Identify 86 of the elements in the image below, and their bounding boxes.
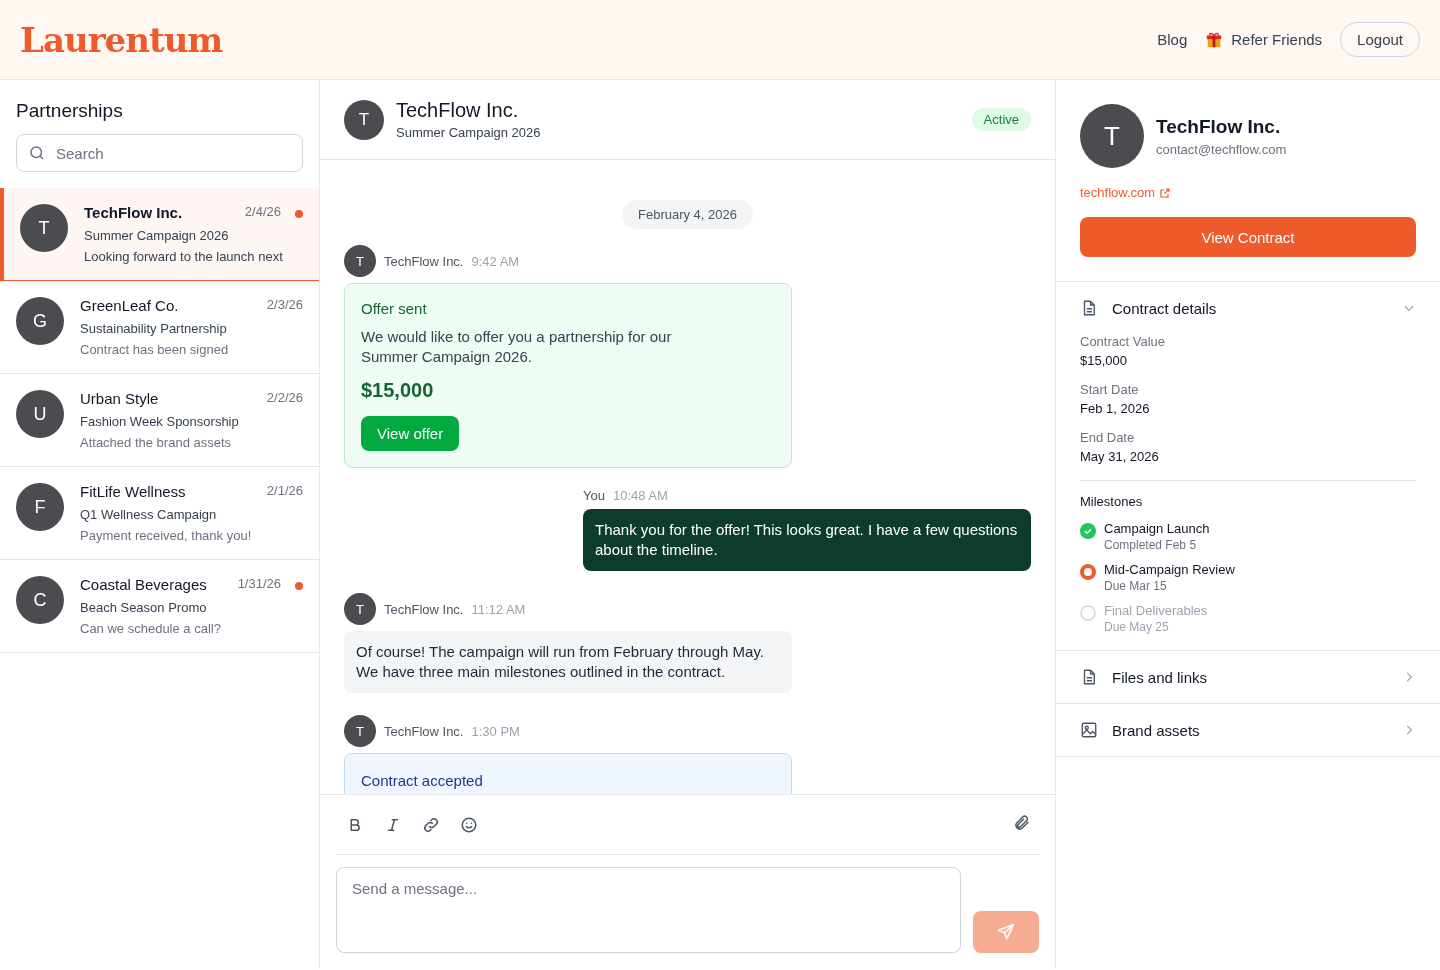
gift-icon xyxy=(1205,30,1224,49)
campaign-name: Q1 Wellness Campaign xyxy=(80,507,218,522)
message-date: 2/1/26 xyxy=(266,483,303,498)
conversation-item[interactable]: G GreenLeaf Co. 2/3/26 Sustainability Partnership Contract has been signed xyxy=(0,281,319,374)
nav-link[interactable]: Blog xyxy=(1157,31,1188,48)
sidebar-title: Partnerships xyxy=(15,99,124,123)
search-icon xyxy=(28,144,46,162)
avatar: F xyxy=(16,483,64,531)
message-time: 10:48 AM xyxy=(612,488,668,503)
image-icon xyxy=(1080,721,1098,739)
avatar: T xyxy=(344,715,376,747)
status-badge: Active xyxy=(971,108,1031,131)
section-header[interactable]: Brand assets xyxy=(1080,704,1416,756)
message-preview: Payment received, thank you! xyxy=(80,528,253,543)
avatar: T xyxy=(20,204,68,252)
contract-title: Contract accepted xyxy=(361,772,484,789)
message-preview: Contract has been signed xyxy=(80,342,230,357)
avatar: C xyxy=(16,576,64,624)
message-date: 1/31/26 xyxy=(237,576,281,591)
partner-name: GreenLeaf Co. xyxy=(80,297,180,314)
chat-title: TechFlow Inc. xyxy=(396,99,520,122)
partner-email: contact@techflow.com xyxy=(1156,141,1287,157)
logo: Laurentum xyxy=(20,19,223,60)
milestone-name: Campaign Launch xyxy=(1104,521,1210,536)
avatar: T xyxy=(344,593,376,625)
message-input[interactable]: Send a message... xyxy=(336,867,961,953)
field-label: Contract Value xyxy=(1080,334,1167,349)
partner-name: Urban Style xyxy=(80,390,160,407)
offer-title: Offer sent xyxy=(361,300,428,317)
message-date: 2/4/26 xyxy=(244,204,281,219)
field-label: End Date xyxy=(1080,430,1136,445)
offer-text: We would like to offer you a partnership for our Summer Campaign 2026. xyxy=(361,327,673,367)
avatar: T xyxy=(1080,104,1144,168)
message-preview: Attached the brand assets xyxy=(80,435,233,450)
message-time: 1:30 PM xyxy=(471,723,520,739)
milestone-name: Final Deliverables xyxy=(1104,603,1208,618)
partner-name: TechFlow Inc. xyxy=(1156,115,1282,138)
message-preview: Can we schedule a call? xyxy=(80,621,222,636)
campaign-name: Sustainability Partnership xyxy=(80,321,228,336)
field-label: Start Date xyxy=(1080,382,1140,397)
sender-name: You xyxy=(583,488,605,503)
external-link-icon xyxy=(1159,186,1172,199)
section-header[interactable]: Files and links xyxy=(1080,651,1416,703)
milestone-note: Due Mar 15 xyxy=(1104,579,1168,593)
nav-link[interactable]: Refer Friends xyxy=(1231,31,1323,48)
message-bubble: Thank you for the offer! This looks great. I have a few questions about the timeline. xyxy=(583,509,1031,571)
chat-subtitle: Summer Campaign 2026 xyxy=(396,125,541,140)
link-icon[interactable] xyxy=(422,815,440,834)
partner-name: FitLife Wellness xyxy=(80,483,187,500)
message-time: 9:42 AM xyxy=(471,253,520,269)
avatar: G xyxy=(16,297,64,345)
message-time: 11:12 AM xyxy=(471,601,526,617)
emoji-icon[interactable] xyxy=(460,815,478,834)
search-field[interactable]: Search xyxy=(16,134,303,172)
message-date: 2/3/26 xyxy=(266,297,303,312)
campaign-name: Beach Season Promo xyxy=(80,600,208,615)
conversation-item[interactable]: F FitLife Wellness 2/1/26 Q1 Wellness Campaign Payment received, thank you! xyxy=(0,467,319,560)
partner-name: Coastal Beverages xyxy=(80,576,208,593)
milestone-name: Mid-Campaign Review xyxy=(1104,562,1235,577)
field-value: May 31, 2026 xyxy=(1080,449,1160,464)
partner-name: TechFlow Inc. xyxy=(84,204,184,221)
message-bubble: Of course! The campaign will run from February through May. We have three main milestones outlined in the contract. xyxy=(344,631,792,693)
sender-name: TechFlow Inc. xyxy=(384,723,464,739)
avatar: T xyxy=(344,99,384,140)
avatar: U xyxy=(16,390,64,438)
avatar: T xyxy=(344,245,376,277)
website-link[interactable]: techflow.com xyxy=(1080,185,1172,200)
send-icon xyxy=(996,922,1016,942)
field-value: $15,000 xyxy=(1080,353,1128,368)
sender-name: TechFlow Inc. xyxy=(384,253,464,269)
offer-amount: $15,000 xyxy=(361,379,435,402)
conversation-item[interactable]: C Coastal Beverages 1/31/26 Beach Season Promo Can we schedule a call? xyxy=(0,560,319,653)
conversation-item[interactable]: T TechFlow Inc. 2/4/26 Summer Campaign 2026 Looking forward to the launch next xyxy=(0,188,319,281)
paperclip-icon[interactable] xyxy=(1013,813,1031,832)
field-value: Feb 1, 2026 xyxy=(1080,401,1151,416)
contract-details-header[interactable]: Contract details xyxy=(1080,282,1416,334)
conversation-item[interactable]: U Urban Style 2/2/26 Fashion Week Sponsorship Attached the brand assets xyxy=(0,374,319,467)
milestone-note: Completed Feb 5 xyxy=(1104,538,1198,552)
campaign-name: Fashion Week Sponsorship xyxy=(80,414,240,429)
milestones-title: Milestones xyxy=(1080,494,1144,509)
message-date: 2/2/26 xyxy=(266,390,303,405)
message-preview: Looking forward to the launch next xyxy=(84,249,284,264)
sender-name: TechFlow Inc. xyxy=(384,601,464,617)
date-divider: February 4, 2026 xyxy=(622,200,753,229)
campaign-name: Summer Campaign 2026 xyxy=(84,228,230,243)
milestone-note: Due May 25 xyxy=(1104,620,1170,634)
